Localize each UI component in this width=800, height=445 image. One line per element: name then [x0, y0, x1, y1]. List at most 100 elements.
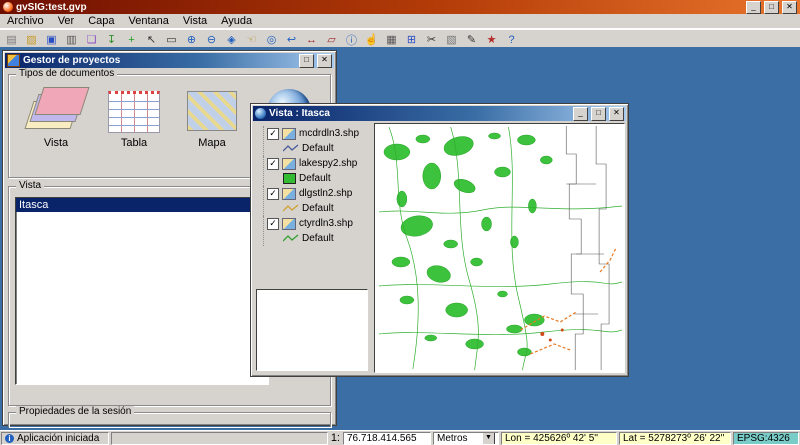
units-dropdown[interactable]: Metros ▼	[433, 432, 499, 445]
map-graphics	[375, 124, 624, 372]
vista-icon	[27, 87, 85, 133]
select-arrow-icon[interactable]: ↖	[142, 31, 161, 49]
layer-symbol-line	[283, 144, 299, 153]
zoom-out-icon[interactable]: ⊖	[202, 31, 221, 49]
project-manager-titlebar[interactable]: Gestor de proyectos □ ✕	[5, 53, 334, 68]
export-image-icon[interactable]: ↧	[102, 31, 121, 49]
doc-type-mapa[interactable]: Mapa	[173, 87, 251, 149]
help-icon[interactable]: ?	[502, 31, 521, 49]
zoom-previous-icon[interactable]: ↩	[282, 31, 301, 49]
status-message-cell: i Aplicación iniciada	[1, 432, 109, 445]
layer-file-icon	[282, 158, 296, 170]
layer-file-icon	[282, 188, 296, 200]
layer-name[interactable]: ctyrdln3.shp	[299, 218, 353, 229]
app-title: gvSIG:test.gvp	[16, 2, 87, 13]
select-rectangle-icon[interactable]: ▭	[162, 31, 181, 49]
vista-window: Vista : Itasca _ □ ✕ ✓ mcdrdln3.shp Defaul…	[250, 103, 629, 377]
layer-visibility-checkbox[interactable]: ✓	[267, 218, 279, 230]
statusbar: i Aplicación iniciada 1: 76.718.414.565 …	[0, 430, 800, 445]
select-point-icon[interactable]: ☝	[362, 31, 381, 49]
layer-visibility-checkbox[interactable]: ✓	[267, 158, 279, 170]
menu-vista[interactable]: Vista	[176, 15, 214, 27]
minimize-button[interactable]: _	[746, 1, 761, 14]
project-manager-title: Gestor de proyectos	[23, 55, 120, 66]
toc-layer: ✓ lakespy2.shp Default	[263, 156, 373, 186]
session-properties-label: Propiedades de la sesión	[16, 406, 134, 417]
menu-capa[interactable]: Capa	[81, 15, 121, 27]
document-types-label: Tipos de documentos	[16, 68, 117, 79]
status-message: Aplicación iniciada	[17, 433, 99, 444]
layer-legend-label: Default	[302, 203, 334, 214]
app-icon	[3, 2, 13, 12]
measure-area-icon[interactable]: ▱	[322, 31, 341, 49]
project-manager-icon[interactable]: ❏	[82, 31, 101, 49]
layer-name[interactable]: dlgstln2.shp	[299, 188, 352, 199]
minimize-button[interactable]: _	[573, 107, 588, 121]
new-document-icon[interactable]: ▤	[2, 31, 21, 49]
menu-ayuda[interactable]: Ayuda	[214, 15, 259, 27]
vista-window-icon	[255, 108, 266, 119]
zoom-in-icon[interactable]: ⊕	[182, 31, 201, 49]
epsg-badge[interactable]: EPSG:4326	[733, 432, 799, 445]
layer-file-icon	[282, 218, 296, 230]
full-extent-icon[interactable]: ◎	[262, 31, 281, 49]
doc-type-vista[interactable]: Vista	[17, 87, 95, 149]
open-project-icon[interactable]: ▨	[22, 31, 41, 49]
scale-label: 1:	[330, 432, 341, 444]
close-button[interactable]: ✕	[609, 107, 624, 121]
toc-layer: ✓mcdrdln3.shpDefault	[263, 126, 373, 156]
extensions-icon[interactable]: ★	[482, 31, 501, 49]
vista-group-label: Vista	[16, 180, 44, 191]
layer-file-icon	[282, 128, 296, 140]
menu-ventana[interactable]: Ventana	[122, 15, 176, 27]
info-icon: i	[5, 434, 14, 443]
scale-input[interactable]: 76.718.414.565	[343, 432, 431, 445]
mdi-desktop: Gestor de proyectos □ ✕ Tipos de documen…	[0, 47, 800, 430]
project-manager-icon	[7, 54, 20, 67]
layer-legend-label: Default	[302, 233, 334, 244]
vista-list-item[interactable]: Itasca	[16, 198, 268, 212]
copy-icon[interactable]: ⊞	[402, 31, 421, 49]
layer-visibility-checkbox[interactable]: ✓	[267, 188, 279, 200]
map-canvas[interactable]	[374, 123, 625, 373]
chevron-down-icon[interactable]: ▼	[482, 432, 495, 445]
longitude-cell: Lon = 425626º 42' 5''	[501, 432, 617, 445]
print-icon[interactable]: ▥	[62, 31, 81, 49]
layer-symbol-line	[283, 204, 299, 213]
cut-icon[interactable]: ✂	[422, 31, 441, 49]
layer-legend-label: Default	[299, 173, 331, 184]
vista-titlebar[interactable]: Vista : Itasca _ □ ✕	[253, 106, 626, 121]
latitude-cell: Lat = 5278273º 26' 22''	[619, 432, 731, 445]
menubar: ArchivoVerCapaVentanaVistaAyuda	[0, 14, 800, 29]
measure-distance-icon[interactable]: ↔	[302, 31, 321, 49]
longitude-value: Lon = 425626º 42' 5''	[505, 433, 598, 444]
toc-layer: ✓ dlgstln2.shp Default	[263, 186, 373, 216]
maximize-button[interactable]: □	[299, 54, 314, 68]
app-titlebar: gvSIG:test.gvp _ □ ✕	[0, 0, 800, 14]
toc-layer: ✓ ctyrdln3.shp Default	[263, 216, 373, 246]
session-properties-group: Propiedades de la sesión	[8, 412, 331, 427]
layer-visibility-checkbox[interactable]: ✓	[267, 128, 279, 140]
add-layer-icon[interactable]: +	[122, 31, 141, 49]
latitude-value: Lat = 5278273º 26' 22''	[623, 433, 724, 444]
maximize-button[interactable]: □	[591, 107, 606, 121]
attribute-table-icon[interactable]: ▦	[382, 31, 401, 49]
zoom-select-icon[interactable]: ◈	[222, 31, 241, 49]
info-icon[interactable]: ⓘ	[342, 31, 361, 49]
pan-icon[interactable]: ☜	[242, 31, 261, 49]
layer-name[interactable]: mcdrdln3.shp	[299, 128, 359, 139]
doc-type-tabla[interactable]: Tabla	[95, 87, 173, 149]
paste-icon[interactable]: ▧	[442, 31, 461, 49]
toc-overview-panel	[256, 289, 368, 371]
save-project-icon[interactable]: ▣	[42, 31, 61, 49]
script-editor-icon[interactable]: ✎	[462, 31, 481, 49]
maximize-button[interactable]: □	[764, 1, 779, 14]
epsg-value: EPSG:4326	[737, 433, 790, 444]
layer-name[interactable]: lakespy2.shp	[299, 158, 357, 169]
menu-ver[interactable]: Ver	[51, 15, 82, 27]
close-button[interactable]: ✕	[317, 54, 332, 68]
mapa-icon	[183, 87, 241, 133]
close-button[interactable]: ✕	[782, 1, 797, 14]
vista-list[interactable]: Itasca	[15, 197, 269, 385]
menu-archivo[interactable]: Archivo	[0, 15, 51, 27]
